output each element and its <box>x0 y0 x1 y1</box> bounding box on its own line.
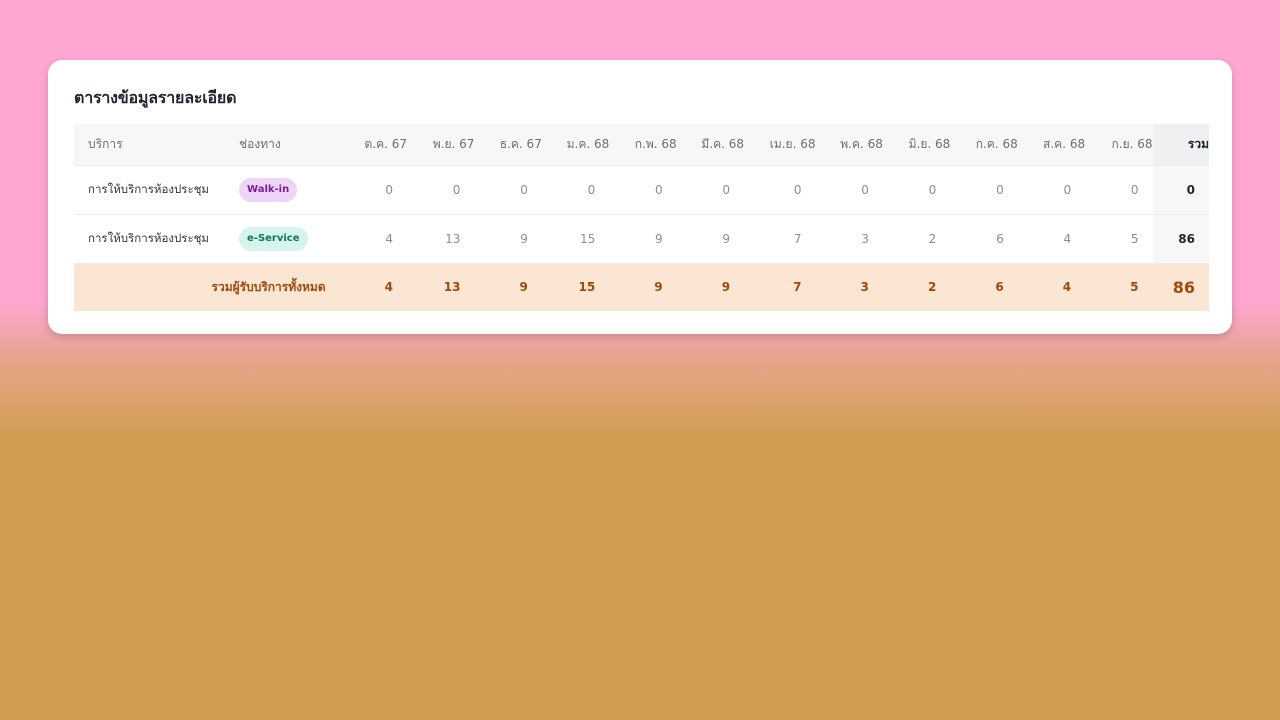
grand-total-row: รวมผู้รับบริการทั้งหมด 4 13 9 15 9 9 7 3… <box>74 262 1209 311</box>
channel-cell: e-Service <box>239 214 340 264</box>
header-month[interactable]: ก.ย. 68 <box>1085 124 1153 166</box>
header-month[interactable]: ก.ค. 68 <box>950 124 1018 166</box>
month-value: 0 <box>474 165 542 215</box>
month-value: 2 <box>882 214 951 264</box>
month-value: 0 <box>339 165 408 215</box>
table-row: การให้บริการห้องประชุม Walk-in 0 0 0 0 0… <box>74 165 1209 215</box>
month-value: 0 <box>744 165 816 215</box>
service-name: การให้บริการห้องประชุม <box>74 165 240 215</box>
month-value: 0 <box>882 165 951 215</box>
month-total: 3 <box>815 262 883 311</box>
month-value: 5 <box>1085 214 1153 264</box>
month-value: 9 <box>609 214 677 264</box>
detail-table-card: ตารางข้อมูลรายละเอียด บริการ ช่องทาง ต.ค… <box>48 60 1232 334</box>
month-total: 15 <box>541 262 610 311</box>
channel-cell: Walk-in <box>239 165 340 215</box>
month-total: 9 <box>676 262 745 311</box>
month-value: 6 <box>950 214 1018 264</box>
header-month[interactable]: ธ.ค. 67 <box>474 124 542 166</box>
month-total: 4 <box>1017 262 1086 311</box>
header-service[interactable]: บริการ <box>74 124 240 166</box>
month-total: 2 <box>882 262 951 311</box>
row-total: 0 <box>1152 165 1209 215</box>
month-total: 9 <box>474 262 542 311</box>
detail-table: บริการ ช่องทาง ต.ค. 67 พ.ย. 67 ธ.ค. 67 ม… <box>74 124 1209 311</box>
month-total: 4 <box>339 262 408 311</box>
month-value: 9 <box>474 214 542 264</box>
header-channel[interactable]: ช่องทาง <box>239 124 340 166</box>
month-value: 4 <box>339 214 408 264</box>
month-total: 5 <box>1085 262 1153 311</box>
month-value: 3 <box>815 214 883 264</box>
month-value: 0 <box>676 165 745 215</box>
month-total: 6 <box>950 262 1018 311</box>
month-total: 13 <box>407 262 475 311</box>
header-month[interactable]: ก.พ. 68 <box>609 124 677 166</box>
e-service-badge: e-Service <box>239 226 308 251</box>
header-month[interactable]: มี.ค. 68 <box>676 124 745 166</box>
row-total: 86 <box>1152 214 1209 264</box>
header-month[interactable]: เม.ย. 68 <box>744 124 816 166</box>
header-month[interactable]: ต.ค. 67 <box>339 124 408 166</box>
header-month[interactable]: ส.ค. 68 <box>1017 124 1086 166</box>
walk-in-badge: Walk-in <box>239 177 298 202</box>
service-name: การให้บริการห้องประชุม <box>74 214 240 264</box>
month-value: 0 <box>815 165 883 215</box>
header-month[interactable]: ม.ค. 68 <box>541 124 610 166</box>
table-header-row: บริการ ช่องทาง ต.ค. 67 พ.ย. 67 ธ.ค. 67 ม… <box>74 124 1209 166</box>
month-value: 0 <box>407 165 475 215</box>
header-month[interactable]: มิ.ย. 68 <box>882 124 951 166</box>
month-value: 0 <box>609 165 677 215</box>
header-total[interactable]: รวม <box>1152 124 1209 166</box>
month-value: 13 <box>407 214 475 264</box>
month-value: 0 <box>1017 165 1086 215</box>
card-title: ตารางข้อมูลรายละเอียด <box>74 88 237 107</box>
month-total: 7 <box>744 262 816 311</box>
grand-total-label: รวมผู้รับบริการทั้งหมด <box>74 262 340 311</box>
month-total: 9 <box>609 262 677 311</box>
month-value: 15 <box>541 214 610 264</box>
month-value: 0 <box>950 165 1018 215</box>
header-month[interactable]: พ.ย. 67 <box>407 124 475 166</box>
grand-total-value: 86 <box>1152 262 1209 311</box>
header-month[interactable]: พ.ค. 68 <box>815 124 883 166</box>
month-value: 7 <box>744 214 816 264</box>
table-row: การให้บริการห้องประชุม e-Service 4 13 9 … <box>74 214 1209 264</box>
month-value: 4 <box>1017 214 1086 264</box>
month-value: 9 <box>676 214 745 264</box>
month-value: 0 <box>1085 165 1153 215</box>
month-value: 0 <box>541 165 610 215</box>
